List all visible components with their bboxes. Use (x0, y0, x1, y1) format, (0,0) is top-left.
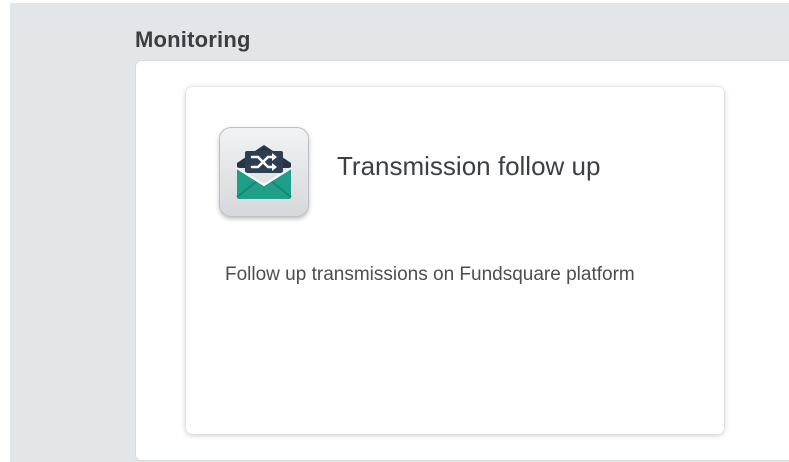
app-card-description: Follow up transmissions on Fundsquare pl… (225, 264, 635, 285)
envelope-shuffle-icon (219, 127, 309, 217)
app-card-title: Transmission follow up (337, 151, 601, 181)
section-title: Monitoring (135, 27, 251, 52)
app-card-transmission-follow-up[interactable]: Transmission follow up Follow up transmi… (186, 87, 724, 434)
